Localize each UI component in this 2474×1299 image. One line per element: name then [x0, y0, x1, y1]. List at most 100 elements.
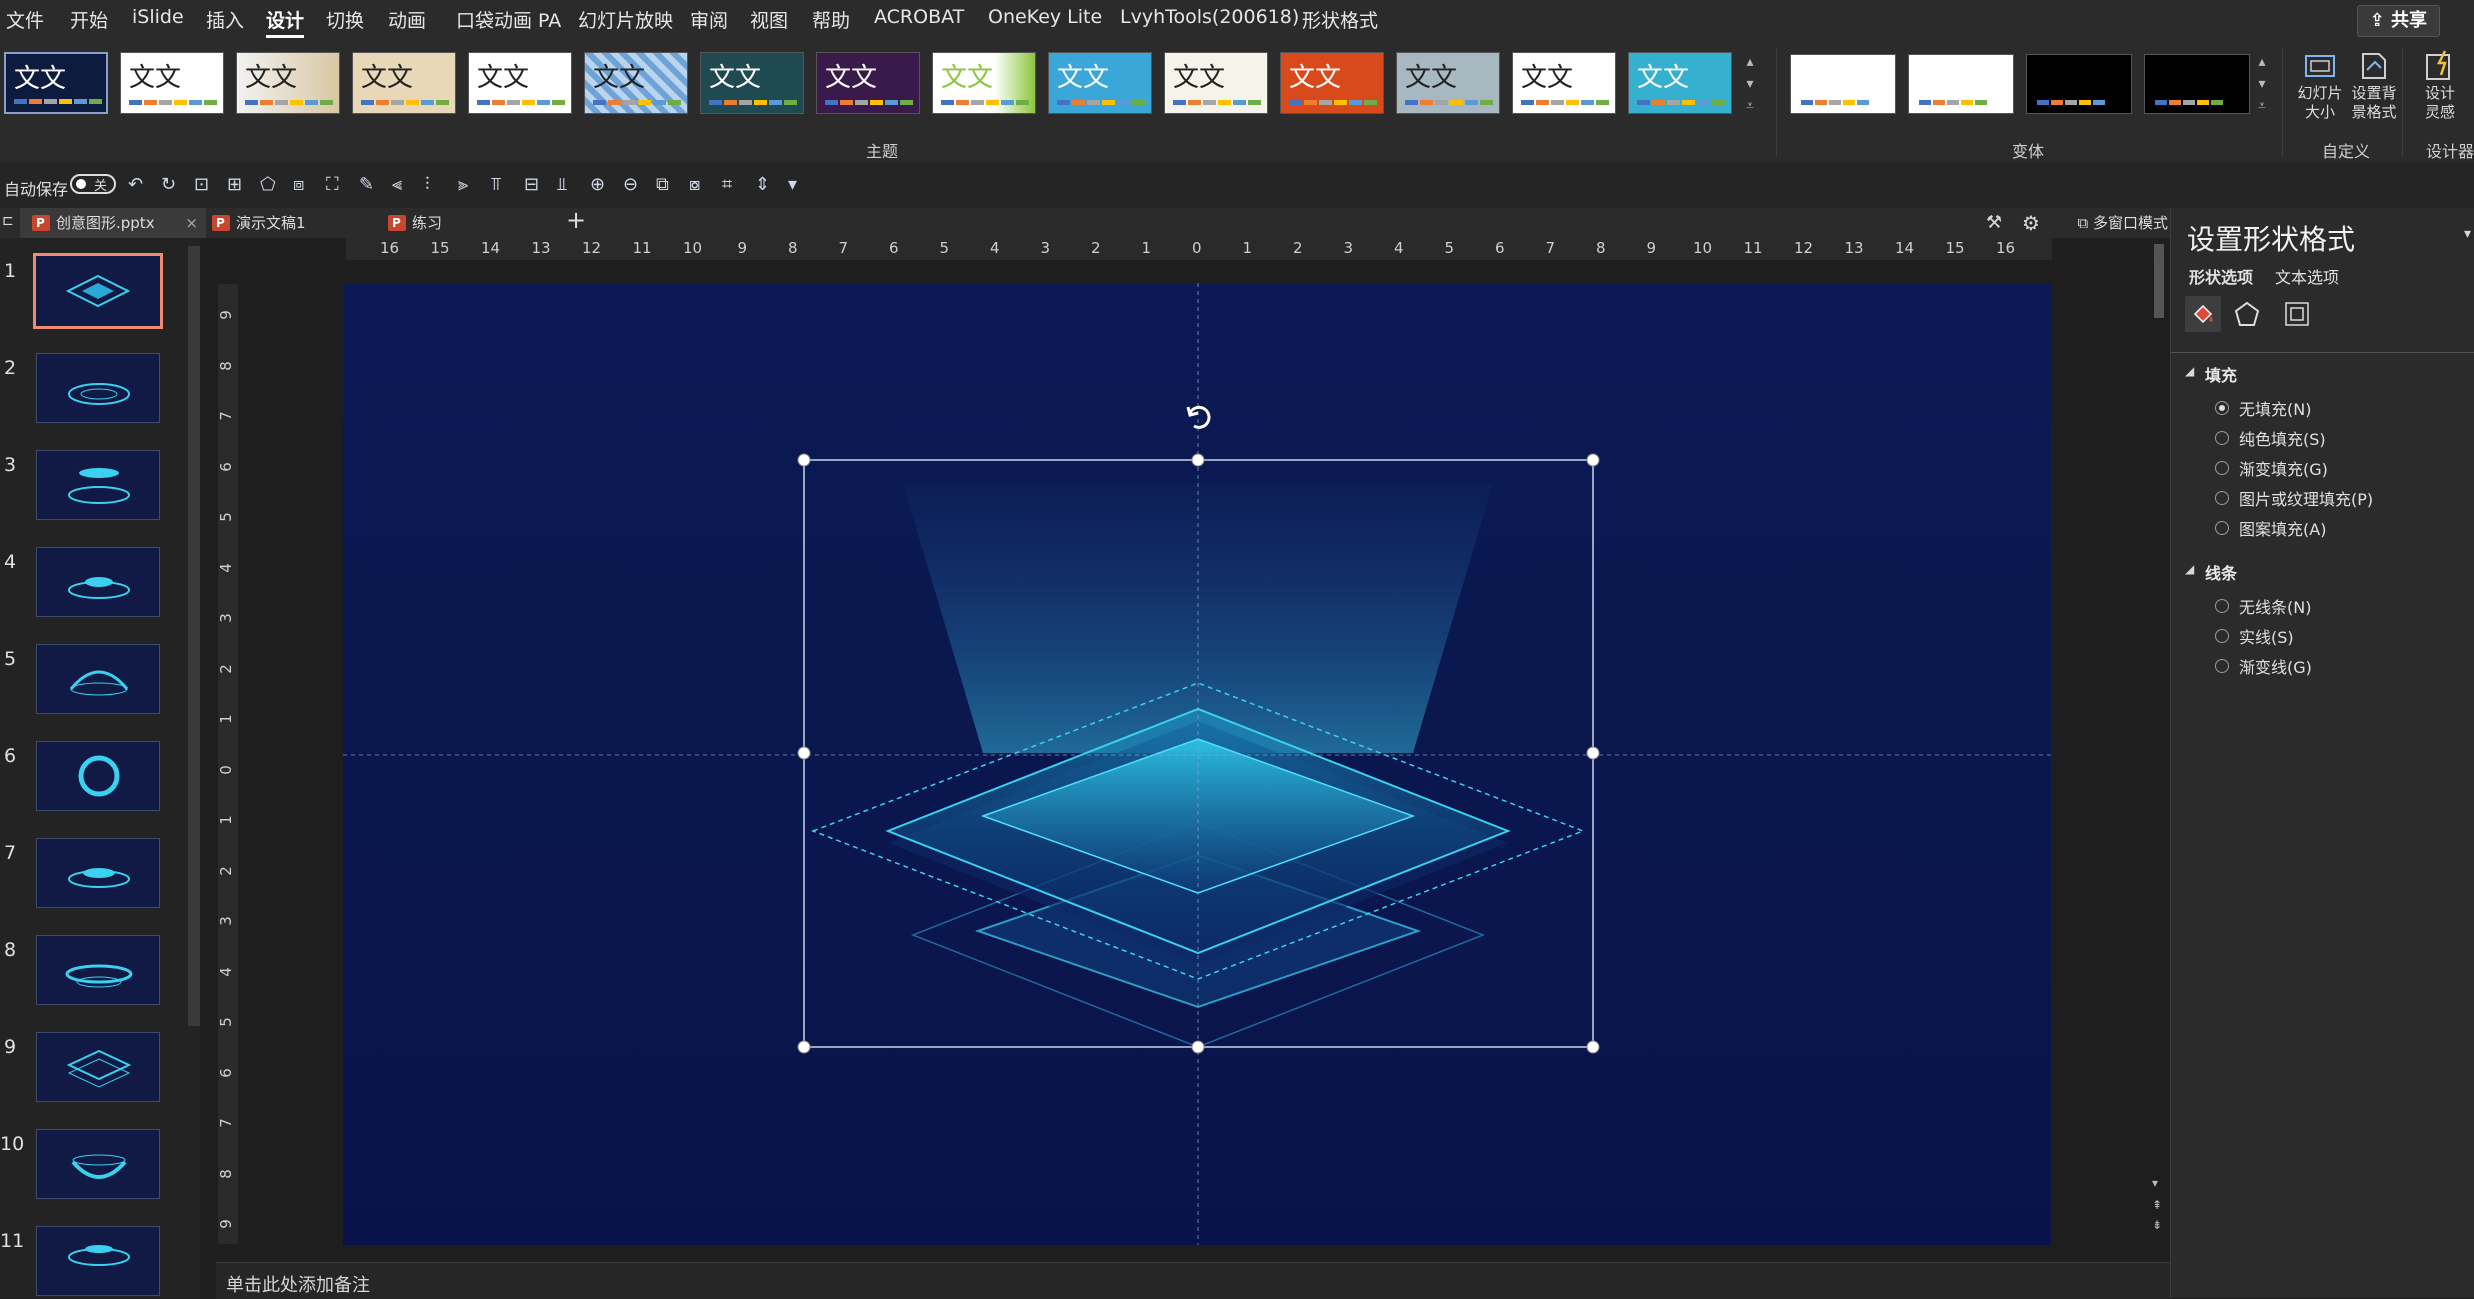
chevron-up-icon[interactable]: ▴ [2258, 54, 2265, 70]
menu-animations[interactable]: 动画 [388, 6, 426, 33]
multi-window-button[interactable]: ⧉ 多窗口模式 [2077, 208, 2168, 238]
theme-thumbnail[interactable]: 文文 [120, 52, 224, 114]
slide-thumbnail[interactable] [36, 450, 160, 520]
theme-thumbnail[interactable]: 文文 [1628, 52, 1732, 114]
theme-thumbnail[interactable]: 文文 [1048, 52, 1152, 114]
more-icon[interactable]: ⩡ [2258, 98, 2266, 114]
slide-thumbnail[interactable] [36, 353, 160, 423]
menu-slideshow[interactable]: 幻灯片放映 [578, 6, 673, 33]
new-tab-icon[interactable]: + [566, 206, 586, 234]
radio-button[interactable] [2215, 659, 2229, 673]
theme-thumbnail[interactable]: 文文 [236, 52, 340, 114]
doc-tab-1[interactable]: 创意图形.pptx × [20, 208, 206, 238]
doc-tab-3[interactable]: 练习 [376, 208, 556, 238]
magic-icon[interactable]: ⚒ [1986, 212, 2002, 233]
fill-option[interactable]: 图片或纹理填充(P) [2215, 486, 2373, 510]
doc-tab-2[interactable]: 演示文稿1 [200, 208, 380, 238]
line-option[interactable]: 渐变线(G) [2215, 654, 2312, 678]
menu-insert[interactable]: 插入 [206, 6, 244, 33]
notes-placeholder[interactable]: 单击此处添加备注 [226, 1271, 370, 1297]
autosave-toggle[interactable]: 关 [70, 174, 116, 194]
send-backward-icon[interactable]: ⧇ [689, 174, 711, 196]
menu-onekey[interactable]: OneKey Lite [988, 6, 1102, 28]
align-middle-icon[interactable]: ⊟ [524, 174, 546, 196]
variant-3[interactable] [2026, 54, 2132, 114]
theme-thumbnail[interactable]: 文文 [1396, 52, 1500, 114]
format-background-button[interactable]: 设置背景格式 [2344, 48, 2404, 122]
menu-acrobat[interactable]: ACROBAT [874, 6, 964, 28]
slide-thumbnail[interactable] [36, 644, 160, 714]
align-bottom-icon[interactable]: ⫫ [557, 174, 579, 196]
menu-view[interactable]: 视图 [750, 6, 788, 33]
theme-thumbnail[interactable]: 文文 [468, 52, 572, 114]
menu-help[interactable]: 帮助 [812, 6, 850, 33]
radio-button[interactable] [2215, 491, 2229, 505]
canvas-vertical-scrollbar[interactable]: ▾ ⇞ ⇟ [2150, 240, 2168, 1260]
slide-thumbnail[interactable] [36, 935, 160, 1005]
panel-toggle-icon[interactable]: ⊏ [2, 213, 14, 229]
resize-handle[interactable] [1586, 453, 1600, 467]
slide-thumbnail[interactable] [36, 1129, 160, 1199]
slide-thumbnail[interactable] [33, 253, 163, 329]
menu-home[interactable]: 开始 [70, 6, 108, 33]
radio-button[interactable] [2215, 521, 2229, 535]
chevron-down-icon[interactable]: ▾ [2258, 76, 2265, 92]
resize-handle[interactable] [797, 1040, 811, 1054]
previous-slide-icon[interactable]: ⇞ [2152, 1198, 2162, 1212]
theme-thumbnail[interactable]: 文文 [816, 52, 920, 114]
menu-lvyhtools[interactable]: LvyhTools(200618) [1120, 6, 1299, 28]
resize-handle[interactable] [797, 746, 811, 760]
redo-icon[interactable]: ↻ [161, 174, 183, 196]
fill-option[interactable]: 图案填充(A) [2215, 516, 2326, 540]
next-slide-icon[interactable]: ⇟ [2152, 1218, 2162, 1232]
resize-handle[interactable] [1586, 746, 1600, 760]
theme-thumbnail[interactable]: 文文 [352, 52, 456, 114]
menu-review[interactable]: 审阅 [690, 6, 728, 33]
slide-canvas[interactable] [343, 283, 2051, 1245]
insert-picture-icon[interactable]: ⊞ [227, 174, 249, 196]
radio-button[interactable] [2215, 431, 2229, 445]
presenter-icon[interactable]: ⊡ [194, 174, 216, 196]
theme-gallery-scroll[interactable]: ▴ ▾ ⩡ [1742, 54, 1758, 114]
share-button[interactable]: ⇪ 共享 [2356, 5, 2440, 37]
crop-icon[interactable]: ⌗ [722, 174, 744, 196]
gear-icon[interactable]: ⚙ [2022, 211, 2040, 235]
theme-thumbnail[interactable]: 文文 [1164, 52, 1268, 114]
menu-islide[interactable]: iSlide [132, 6, 184, 28]
slide-thumbnail[interactable] [36, 838, 160, 908]
collapse-triangle-icon[interactable]: ◢ [2185, 562, 2194, 576]
ungroup-icon[interactable]: ⊖ [623, 174, 645, 196]
line-option[interactable]: 实线(S) [2215, 624, 2294, 648]
align-right-icon[interactable]: ⫸ [458, 174, 480, 196]
design-ideas-button[interactable]: 设计灵感 [2410, 48, 2470, 122]
size-properties-icon[interactable] [2283, 300, 2311, 332]
resize-handle[interactable] [1191, 1040, 1205, 1054]
menu-shape-format[interactable]: 形状格式 [1302, 6, 1378, 33]
bring-forward-icon[interactable]: ⧉ [656, 174, 678, 196]
align-top-icon[interactable]: ⫪ [491, 174, 513, 196]
menu-transitions[interactable]: 切换 [326, 6, 364, 33]
resize-handle[interactable] [1586, 1040, 1600, 1054]
chevron-down-icon[interactable]: ▾ [1746, 76, 1753, 92]
variant-4[interactable] [2144, 54, 2250, 114]
radio-button[interactable] [2215, 599, 2229, 613]
resize-handle[interactable] [1191, 453, 1205, 467]
radio-button[interactable] [2215, 401, 2229, 415]
notes-pane[interactable]: 单击此处添加备注 [216, 1262, 2170, 1299]
format-painter-icon[interactable]: ✎ [359, 174, 381, 196]
align-center-icon[interactable]: ⫶ [425, 174, 447, 196]
slide-thumbnail[interactable] [36, 547, 160, 617]
picture-icon[interactable]: ⛶ [326, 174, 348, 196]
slide-thumbnail[interactable] [36, 1032, 160, 1102]
radio-button[interactable] [2215, 461, 2229, 475]
chevron-down-icon[interactable]: ▾ [2464, 226, 2471, 242]
fill-line-icon[interactable] [2185, 296, 2221, 332]
distribute-icon[interactable]: ⇕ [755, 174, 777, 196]
menu-design[interactable]: 设计 [266, 6, 305, 38]
radio-button[interactable] [2215, 629, 2229, 643]
variant-2[interactable] [1908, 54, 2014, 114]
slide-size-button[interactable]: 幻灯片大小 [2290, 48, 2350, 122]
close-icon[interactable]: × [185, 208, 198, 238]
theme-thumbnail[interactable]: 文文 [1512, 52, 1616, 114]
tab-shape-options[interactable]: 形状选项 [2189, 264, 2253, 288]
